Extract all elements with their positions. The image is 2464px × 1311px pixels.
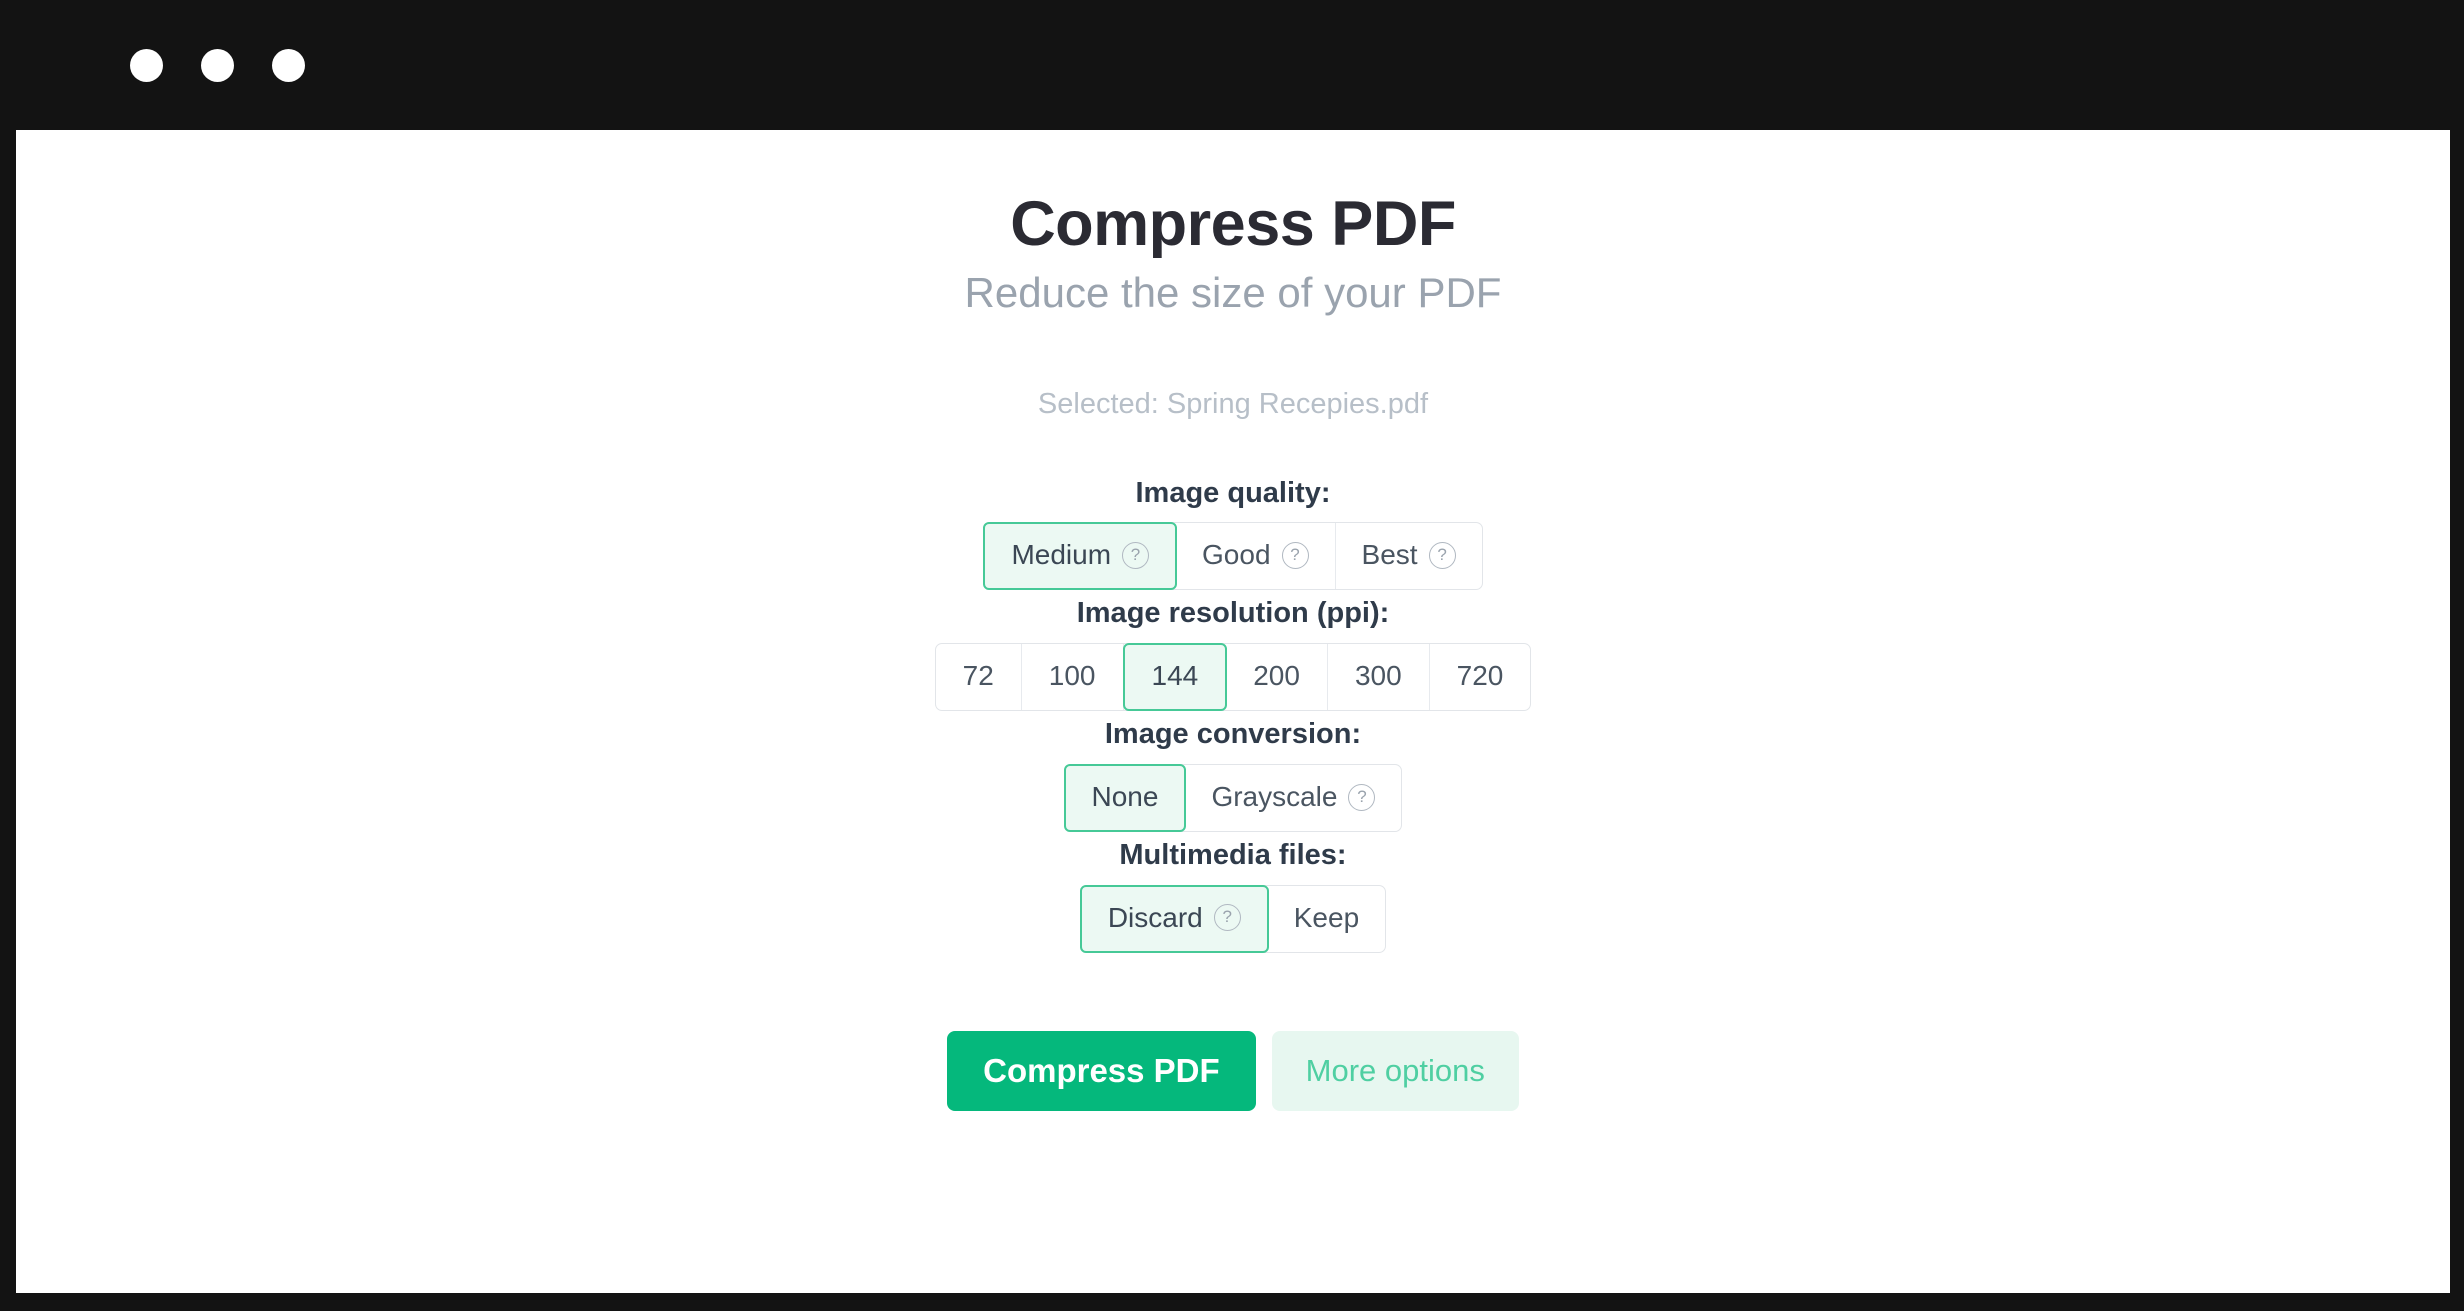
- option-image-conversion-grayscale[interactable]: Grayscale?: [1185, 765, 1401, 831]
- window-titlebar: [16, 0, 2450, 130]
- segmented-control-image-conversion: None Grayscale?: [1063, 764, 1403, 833]
- option-label-text: 144: [1151, 660, 1199, 692]
- option-image-resolution-300[interactable]: 300: [1328, 644, 1430, 711]
- more-options-button[interactable]: More options: [1271, 1030, 1519, 1111]
- option-block-image-resolution: Image resolution (ppi): 72 100 144 200 300 720: [16, 596, 2450, 712]
- option-image-quality-medium[interactable]: Medium?: [983, 522, 1178, 591]
- window-minimize-dot-icon[interactable]: [201, 48, 234, 82]
- page-subtitle: Reduce the size of your PDF: [964, 269, 1502, 317]
- option-image-resolution-72[interactable]: 72: [936, 644, 1022, 711]
- option-label-text: Good: [1202, 539, 1271, 571]
- compress-pdf-button[interactable]: Compress PDF: [947, 1030, 1256, 1112]
- option-label-text: None: [1091, 781, 1159, 813]
- option-label-text: Grayscale: [1211, 781, 1338, 813]
- app-window: Compress PDF Reduce the size of your PDF…: [0, 0, 2464, 1311]
- option-multimedia-files-keep[interactable]: Keep: [1268, 886, 1385, 952]
- option-image-quality-good[interactable]: Good?: [1176, 523, 1336, 590]
- option-label-text: Keep: [1293, 901, 1360, 933]
- option-label-text: 72: [962, 660, 994, 692]
- help-icon[interactable]: ?: [1281, 541, 1309, 569]
- option-image-resolution-100[interactable]: 100: [1022, 644, 1124, 711]
- option-label-text: Discard: [1107, 901, 1203, 933]
- segmented-control-image-resolution: 72 100 144 200 300 720: [934, 643, 1532, 712]
- option-label-text: 200: [1253, 660, 1300, 692]
- segmented-control-multimedia-files: Discard? Keep: [1079, 884, 1387, 953]
- action-bar: Compress PDF More options: [16, 1030, 2450, 1112]
- option-label-image-quality: Image quality:: [1135, 476, 1331, 509]
- option-block-multimedia-files: Multimedia files: Discard? Keep: [16, 838, 2450, 953]
- option-label-text: 720: [1456, 660, 1504, 692]
- option-label-image-conversion: Image conversion:: [1104, 718, 1362, 751]
- help-icon[interactable]: ?: [1213, 904, 1241, 932]
- option-label-text: Medium: [1011, 539, 1112, 571]
- option-label-text: 300: [1354, 660, 1402, 692]
- option-block-image-quality: Image quality: Medium? Good? Best?: [16, 476, 2450, 591]
- segmented-control-image-quality: Medium? Good? Best?: [983, 522, 1483, 591]
- help-icon[interactable]: ?: [1428, 541, 1456, 569]
- window-controls: [130, 48, 305, 82]
- help-icon[interactable]: ?: [1122, 541, 1150, 569]
- option-label-image-resolution: Image resolution (ppi):: [1076, 597, 1390, 630]
- option-label-text: 100: [1048, 660, 1096, 692]
- option-image-resolution-200[interactable]: 200: [1226, 644, 1328, 711]
- option-label-text: Best: [1361, 539, 1418, 571]
- option-multimedia-files-discard[interactable]: Discard?: [1079, 884, 1269, 953]
- page-title: Compress PDF: [1010, 189, 1456, 259]
- help-icon[interactable]: ?: [1348, 783, 1376, 811]
- window-maximize-dot-icon[interactable]: [272, 48, 305, 82]
- option-image-resolution-720[interactable]: 720: [1430, 644, 1531, 710]
- option-image-resolution-144[interactable]: 144: [1122, 643, 1228, 712]
- window-close-dot-icon[interactable]: [130, 48, 163, 82]
- compression-options: Image quality: Medium? Good? Best? Image res…: [16, 476, 2450, 953]
- option-block-image-conversion: Image conversion: None Grayscale?: [16, 717, 2450, 833]
- compress-pdf-page: Compress PDF Reduce the size of your PDF…: [16, 130, 2450, 1112]
- option-image-conversion-none[interactable]: None: [1063, 764, 1187, 833]
- option-image-quality-best[interactable]: Best?: [1336, 523, 1482, 589]
- app-content: Compress PDF Reduce the size of your PDF…: [16, 130, 2450, 1311]
- selected-file-label: Selected: Spring Recepies.pdf: [1037, 387, 1429, 420]
- option-label-multimedia-files: Multimedia files:: [1119, 839, 1347, 872]
